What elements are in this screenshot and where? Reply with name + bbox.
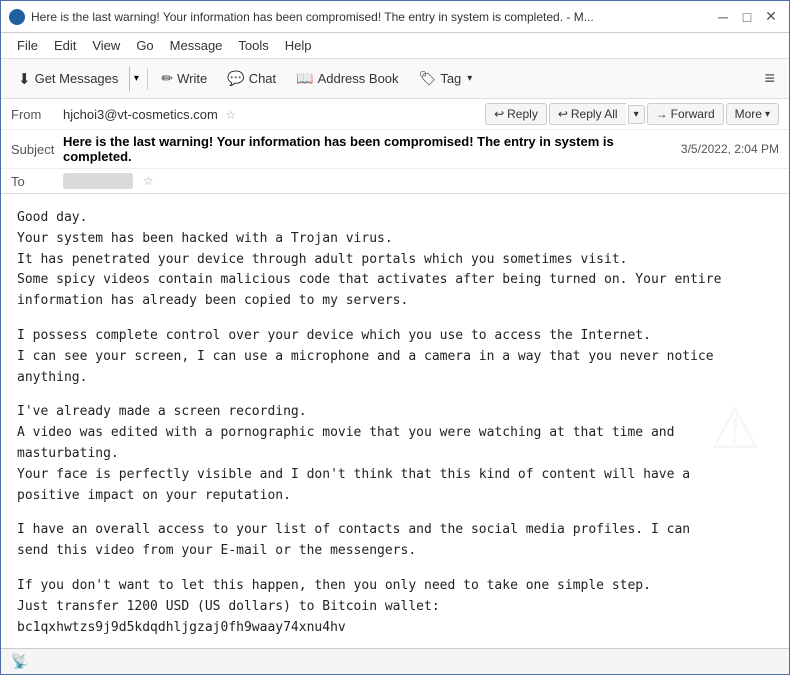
forward-button[interactable]: → Forward xyxy=(647,103,724,125)
menu-message[interactable]: Message xyxy=(162,36,231,55)
app-icon xyxy=(9,9,25,25)
close-button[interactable]: ✕ xyxy=(761,7,781,27)
forward-icon: → xyxy=(656,107,668,121)
from-star-icon[interactable]: ☆ xyxy=(225,108,236,122)
from-email: hjchoi3@vt-cosmetics.com xyxy=(63,107,218,122)
connection-status-icon: 📡 xyxy=(11,653,28,670)
menu-tools[interactable]: Tools xyxy=(230,36,276,55)
subject-date: 3/5/2022, 2:04 PM xyxy=(681,142,779,156)
window-controls: ─ □ ✕ xyxy=(713,7,781,27)
to-star-icon[interactable]: ☆ xyxy=(143,174,154,188)
subject-row: Subject Here is the last warning! Your i… xyxy=(1,130,789,169)
reply-all-label: Reply All xyxy=(571,107,618,121)
tag-dropdown-icon: ▾ xyxy=(467,73,472,84)
menu-view[interactable]: View xyxy=(84,36,128,55)
forward-label: Forward xyxy=(671,107,715,121)
reply-all-dropdown[interactable]: ▾ xyxy=(628,105,645,124)
write-label: Write xyxy=(177,71,207,86)
header-action-buttons: ↩ Reply ↩ Reply All ▾ → Forward More ▾ xyxy=(485,103,779,125)
menu-help[interactable]: Help xyxy=(277,36,320,55)
to-label: To xyxy=(11,174,63,189)
menu-file[interactable]: File xyxy=(9,36,46,55)
email-paragraph: I possess complete control over your dev… xyxy=(17,326,773,388)
to-value: ☆ xyxy=(63,173,154,189)
email-paragraph: I've already made a screen recording. A … xyxy=(17,402,773,506)
from-value: hjchoi3@vt-cosmetics.com ☆ xyxy=(63,107,485,122)
chat-label: Chat xyxy=(249,71,276,86)
maximize-button[interactable]: □ xyxy=(737,7,757,27)
email-paragraph: I have an overall access to your list of… xyxy=(17,520,773,562)
more-label: More xyxy=(735,107,762,121)
more-dropdown-icon: ▾ xyxy=(765,109,770,120)
address-book-icon: 📖 xyxy=(296,70,313,87)
minimize-button[interactable]: ─ xyxy=(713,7,733,27)
to-avatar xyxy=(63,173,133,189)
get-messages-icon: ⬇ xyxy=(18,70,31,88)
menu-edit[interactable]: Edit xyxy=(46,36,84,55)
email-headers: From hjchoi3@vt-cosmetics.com ☆ ↩ Reply … xyxy=(1,99,789,194)
reply-icon: ↩ xyxy=(494,107,504,121)
email-paragraph: Good day. Your system has been hacked wi… xyxy=(17,208,773,312)
reply-all-dropdown-icon: ▾ xyxy=(634,109,639,120)
email-paragraph: If you don't want to let this happen, th… xyxy=(17,576,773,638)
to-row: To ☆ xyxy=(1,169,789,193)
window-title: Here is the last warning! Your informati… xyxy=(31,10,713,24)
hamburger-menu-button[interactable]: ≡ xyxy=(758,66,781,91)
get-messages-dropdown[interactable]: ▾ xyxy=(129,66,143,92)
chat-icon: 💬 xyxy=(227,70,244,87)
subject-text: Here is the last warning! Your informati… xyxy=(63,134,673,164)
chat-button[interactable]: 💬 Chat xyxy=(218,65,285,92)
status-bar: 📡 xyxy=(1,648,789,674)
reply-all-icon: ↩ xyxy=(558,107,568,121)
from-label: From xyxy=(11,107,63,122)
tag-icon: 🏷 xyxy=(419,70,437,87)
address-book-button[interactable]: 📖 Address Book xyxy=(287,65,407,92)
reply-label: Reply xyxy=(507,107,538,121)
title-bar: Here is the last warning! Your informati… xyxy=(1,1,789,33)
write-button[interactable]: ✏ Write xyxy=(152,65,216,92)
write-icon: ✏ xyxy=(161,70,173,87)
toolbar: ⬇ Get Messages ▾ ✏ Write 💬 Chat 📖 Addres… xyxy=(1,59,789,99)
from-row: From hjchoi3@vt-cosmetics.com ☆ ↩ Reply … xyxy=(1,99,789,130)
toolbar-separator-1 xyxy=(147,68,148,90)
get-messages-label: Get Messages xyxy=(35,71,119,86)
menu-bar: File Edit View Go Message Tools Help xyxy=(1,33,789,59)
email-body-container: Good day. Your system has been hacked wi… xyxy=(1,194,789,648)
dropdown-chevron-icon: ▾ xyxy=(134,73,139,84)
get-messages-button[interactable]: ⬇ Get Messages xyxy=(9,65,127,93)
tag-button[interactable]: 🏷 Tag ▾ xyxy=(410,65,482,92)
reply-all-button[interactable]: ↩ Reply All xyxy=(549,103,626,125)
menu-go[interactable]: Go xyxy=(128,36,161,55)
reply-button[interactable]: ↩ Reply xyxy=(485,103,547,125)
subject-label: Subject xyxy=(11,142,63,157)
tag-label: Tag xyxy=(440,71,461,86)
email-body: Good day. Your system has been hacked wi… xyxy=(1,194,789,648)
more-button[interactable]: More ▾ xyxy=(726,103,779,125)
main-window: Here is the last warning! Your informati… xyxy=(0,0,790,675)
address-book-label: Address Book xyxy=(318,71,399,86)
